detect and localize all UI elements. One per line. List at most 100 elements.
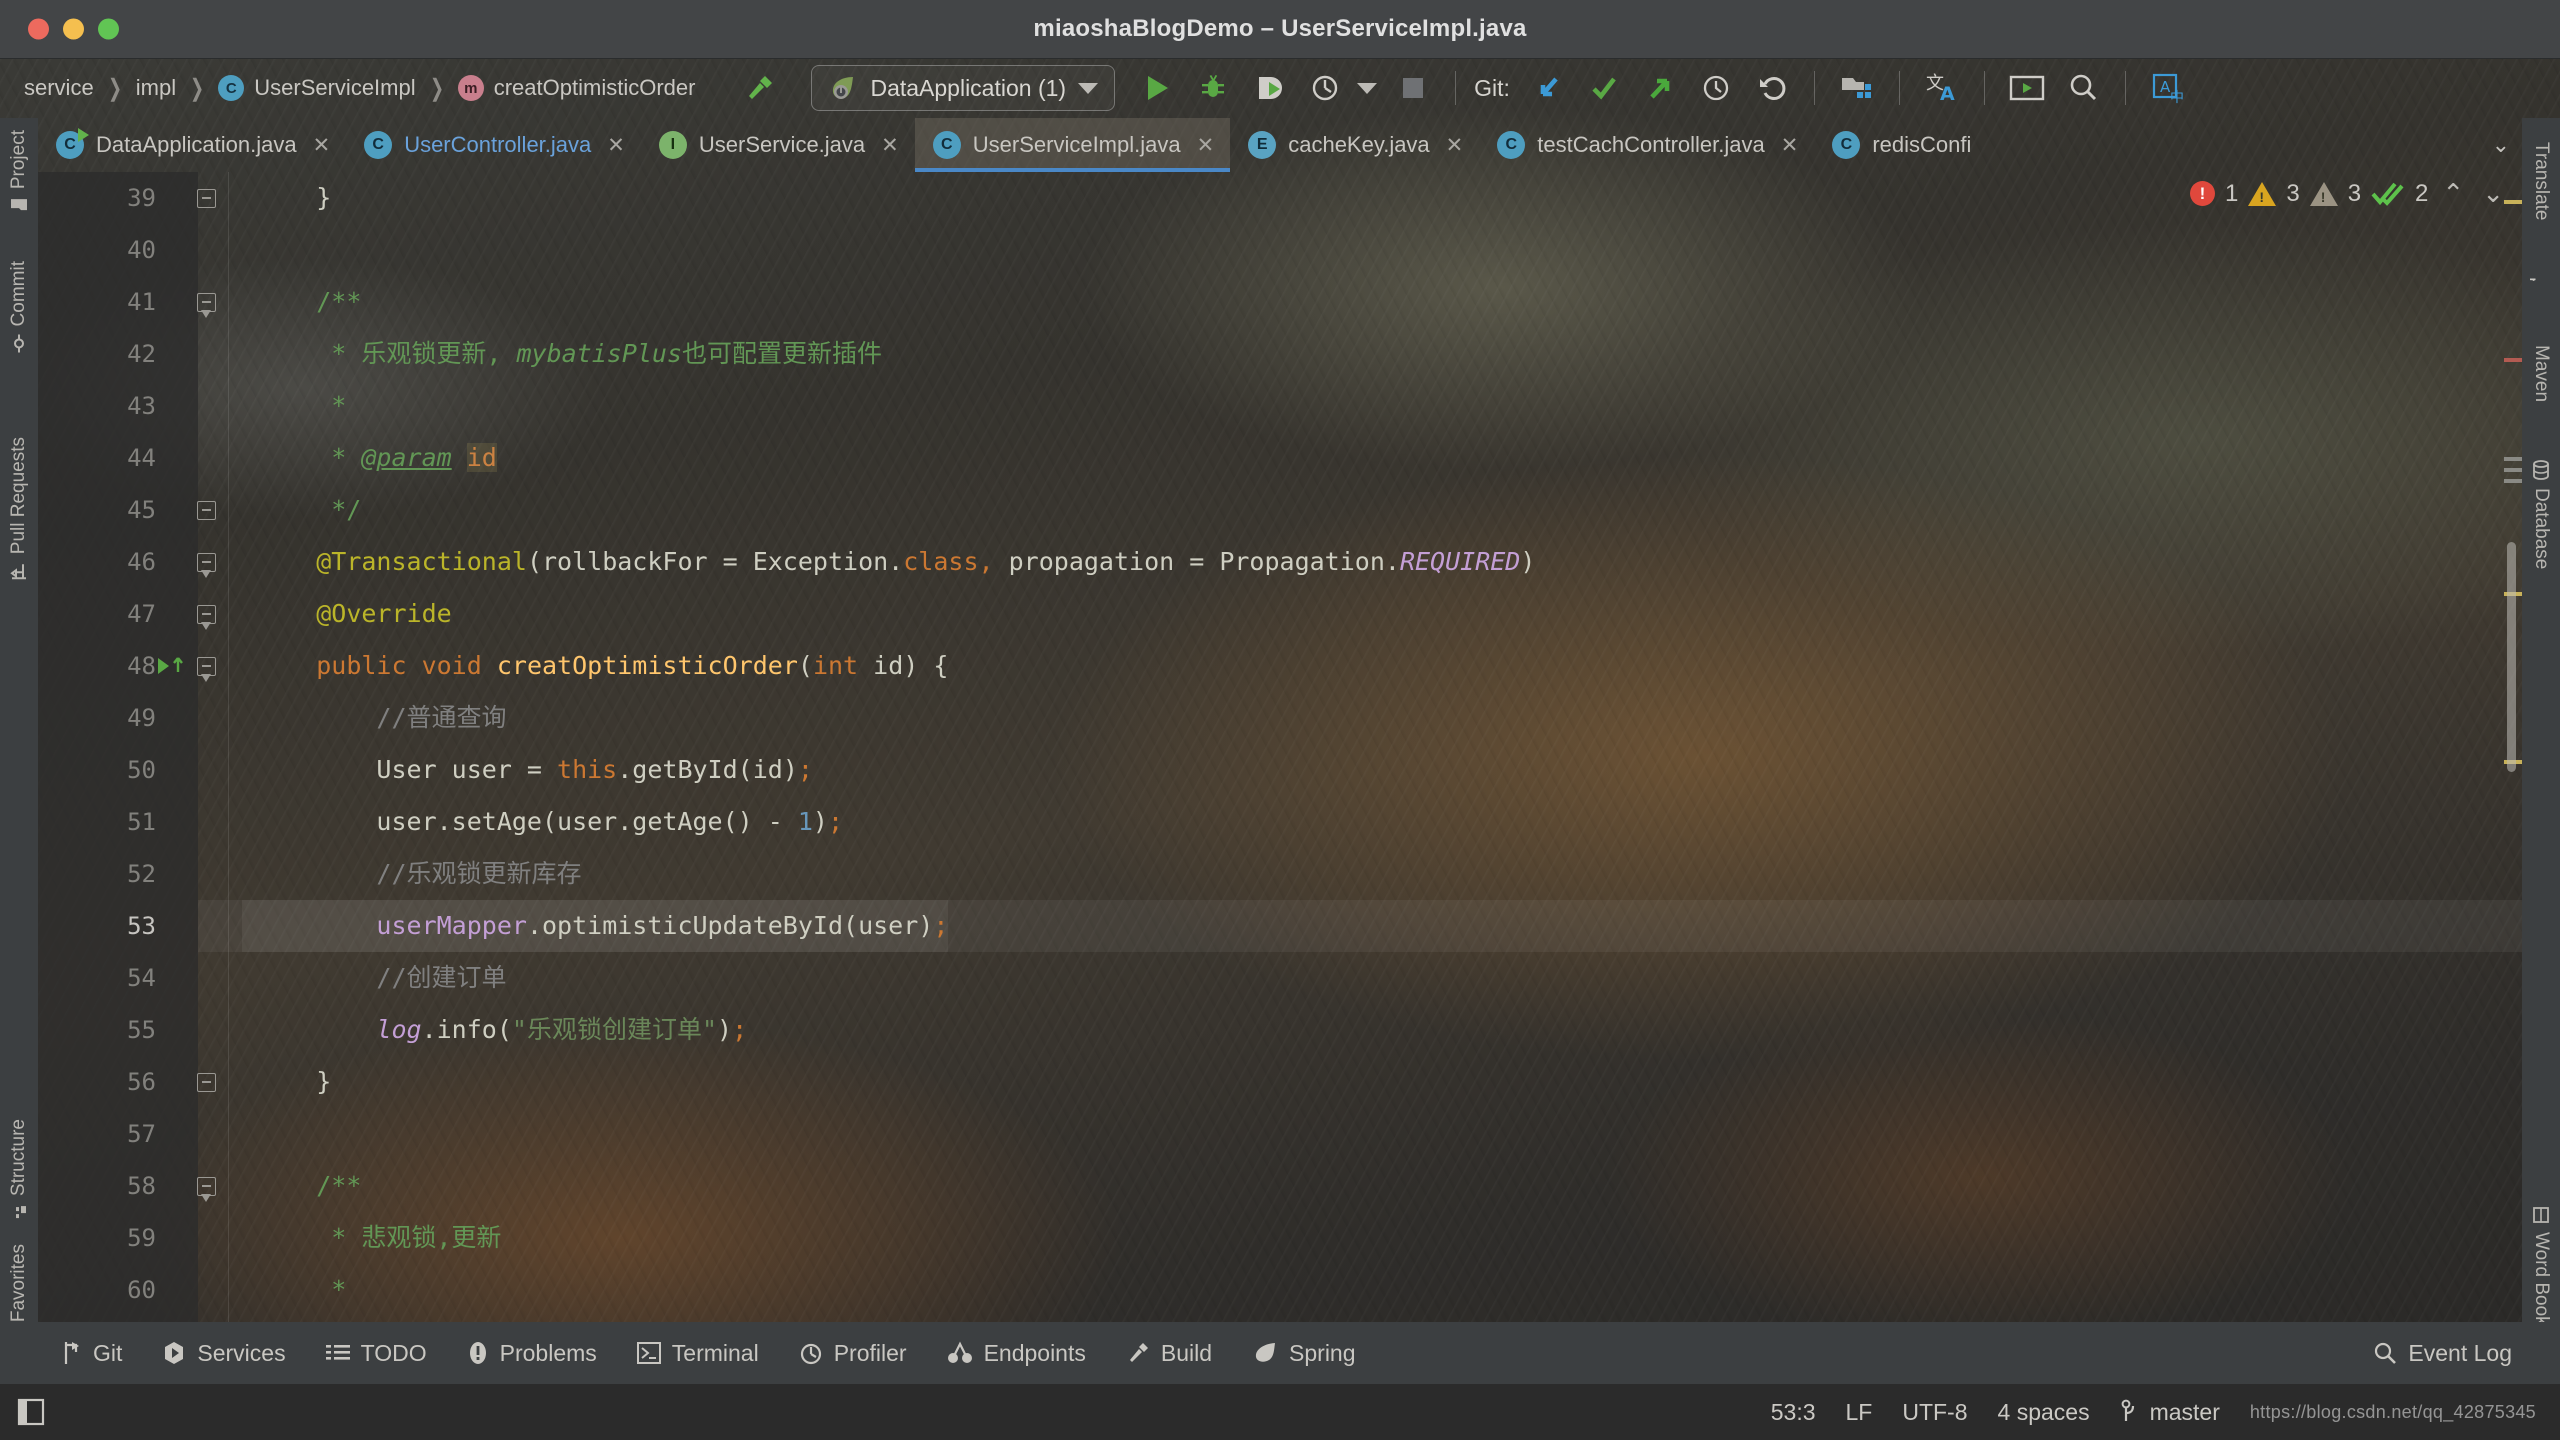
marker-change[interactable]: [2504, 457, 2522, 461]
close-window-button[interactable]: [28, 18, 49, 40]
translate-ocr-icon[interactable]: A 中: [2146, 66, 2190, 110]
breadcrumb-item-method[interactable]: m creatOptimisticOrder: [450, 73, 704, 103]
update-project-icon[interactable]: [1526, 66, 1570, 110]
sidebar-item-commit[interactable]: Commit: [8, 249, 30, 364]
maximize-window-button[interactable]: [98, 18, 119, 40]
run-icon[interactable]: [1135, 66, 1179, 110]
marker-change[interactable]: [2504, 468, 2522, 472]
presentation-icon[interactable]: [2005, 66, 2049, 110]
code-text[interactable]: *: [242, 1264, 346, 1316]
code-line[interactable]: 60 *: [38, 1264, 2522, 1316]
sidebar-item-word-book[interactable]: Word Book: [2530, 1194, 2552, 1338]
editor-tab-dataapplication[interactable]: C DataApplication.java ✕: [38, 118, 346, 172]
close-tab-icon[interactable]: ✕: [1446, 133, 1464, 158]
editor-tab-userserviceimpl[interactable]: C UserServiceImpl.java ✕: [914, 118, 1231, 172]
profiler-icon[interactable]: [1303, 66, 1347, 110]
push-icon[interactable]: [1638, 66, 1682, 110]
code-text[interactable]: /**: [242, 1160, 361, 1212]
sidebar-item-project[interactable]: Project: [8, 118, 30, 225]
run-coverage-icon[interactable]: [1247, 66, 1291, 110]
history-icon[interactable]: [1694, 66, 1738, 110]
sidebar-item-maven[interactable]: m: [2530, 249, 2552, 293]
code-text[interactable]: user.setAge(user.getAge() - 1);: [242, 796, 843, 848]
editor-tab-usercontroller[interactable]: C UserController.java ✕: [346, 118, 641, 172]
fold-expanded-icon[interactable]: [170, 552, 242, 578]
editor-tab-redisconfig[interactable]: C redisConfi: [1814, 118, 1987, 172]
sidebar-item-structure[interactable]: Structure: [8, 1107, 30, 1232]
code-line[interactable]: 47 @Override: [38, 588, 2522, 640]
sidebar-item-database[interactable]: Database: [2530, 448, 2552, 581]
window-controls[interactable]: [28, 18, 119, 40]
bottom-tool-git[interactable]: Git: [42, 1340, 142, 1367]
sidebar-item-pull-requests[interactable]: Pull Requests: [8, 425, 30, 592]
editor-tab-testcachcontroller[interactable]: C testCachController.java ✕: [1479, 118, 1814, 172]
code-line[interactable]: 48 public void creatOptimisticOrder(int …: [38, 640, 2522, 692]
code-line[interactable]: 54 //创建订单: [38, 952, 2522, 1004]
code-line[interactable]: 41 /**: [38, 276, 2522, 328]
bottom-tool-services[interactable]: Services: [142, 1340, 305, 1367]
fold-expanded-icon[interactable]: [170, 1176, 242, 1202]
marker-error[interactable]: [2504, 358, 2522, 362]
code-text[interactable]: log.info("乐观锁创建订单");: [242, 1004, 747, 1056]
code-text[interactable]: //创建订单: [242, 952, 506, 1004]
code-text[interactable]: //乐观锁更新库存: [242, 848, 581, 900]
code-line[interactable]: 42 * 乐观锁更新, mybatisPlus也可配置更新插件: [38, 328, 2522, 380]
stop-icon[interactable]: [1391, 66, 1435, 110]
chevron-down-icon[interactable]: [1357, 82, 1378, 94]
code-line[interactable]: 46 @Transactional(rollbackFor = Exceptio…: [38, 536, 2522, 588]
close-tab-icon[interactable]: ✕: [1197, 133, 1215, 158]
close-tab-icon[interactable]: ✕: [881, 133, 899, 158]
code-line[interactable]: 57: [38, 1108, 2522, 1160]
code-line[interactable]: 45 */: [38, 484, 2522, 536]
code-text[interactable]: //普通查询: [242, 692, 506, 744]
run-configuration-selector[interactable]: DataApplication (1): [811, 65, 1116, 111]
code-line[interactable]: 56 }: [38, 1056, 2522, 1108]
editor-tab-cachekey[interactable]: E cacheKey.java ✕: [1230, 118, 1479, 172]
code-line[interactable]: 40: [38, 224, 2522, 276]
chevron-down-icon[interactable]: [1078, 82, 1099, 94]
sidebar-item-translate[interactable]: Translate: [2530, 130, 2552, 233]
fold-expanded-icon[interactable]: [170, 292, 242, 318]
debug-icon[interactable]: [1191, 66, 1235, 110]
translate-icon[interactable]: 文 A: [1920, 66, 1964, 110]
bottom-tool-profiler[interactable]: Profiler: [779, 1340, 927, 1367]
code-text[interactable]: @Transactional(rollbackFor = Exception.c…: [242, 536, 1535, 588]
code-line[interactable]: 52 //乐观锁更新库存: [38, 848, 2522, 900]
code-line[interactable]: 43 *: [38, 380, 2522, 432]
code-line[interactable]: 44 * @param id: [38, 432, 2522, 484]
commit-icon[interactable]: [1582, 66, 1626, 110]
code-line[interactable]: 39 }: [38, 172, 2522, 224]
code-line[interactable]: 49 //普通查询: [38, 692, 2522, 744]
code-text[interactable]: public void creatOptimisticOrder(int id)…: [242, 640, 948, 692]
rollback-icon[interactable]: [1750, 66, 1794, 110]
code-text[interactable]: /**: [242, 276, 361, 328]
code-line[interactable]: 55 log.info("乐观锁创建订单");: [38, 1004, 2522, 1056]
editor-marker-bar[interactable]: [2500, 172, 2522, 1322]
code-text[interactable]: *: [242, 380, 346, 432]
run-method-gutter-icon[interactable]: [156, 654, 190, 678]
breadcrumb-item-class[interactable]: C UserServiceImpl: [210, 73, 423, 103]
minimize-window-button[interactable]: [63, 18, 84, 40]
fold-end-icon[interactable]: [170, 1072, 242, 1092]
inspection-widget[interactable]: ! 1 ! 3 ! 3 2 ⌃ ⌄: [2189, 178, 2508, 209]
code-text[interactable]: * @param id: [242, 432, 497, 484]
git-branch-widget[interactable]: master: [2120, 1399, 2220, 1426]
code-line[interactable]: 51 user.setAge(user.getAge() - 1);: [38, 796, 2522, 848]
editor-scrollbar-thumb[interactable]: [2507, 542, 2516, 772]
code-text[interactable]: * 乐观锁更新, mybatisPlus也可配置更新插件: [242, 328, 882, 380]
bottom-tool-spring[interactable]: Spring: [1232, 1340, 1375, 1367]
tabs-overflow-icon[interactable]: ⌄: [2480, 118, 2522, 172]
code-line[interactable]: 59 * 悲观锁,更新: [38, 1212, 2522, 1264]
layout-toggle-icon[interactable]: [16, 1397, 46, 1427]
code-text[interactable]: */: [242, 484, 361, 536]
code-line[interactable]: 50 User user = this.getById(id);: [38, 744, 2522, 796]
close-tab-icon[interactable]: ✕: [313, 133, 331, 158]
close-tab-icon[interactable]: ✕: [1781, 133, 1799, 158]
chevron-up-icon[interactable]: ⌃: [2438, 178, 2468, 209]
code-editor[interactable]: 39 } 40 41 /** 42 * 乐观锁更新, mybatisPlus也可配置更…: [38, 172, 2522, 1322]
build-hammer-icon[interactable]: [737, 66, 781, 110]
code-text[interactable]: }: [242, 1056, 331, 1108]
event-log-button[interactable]: Event Log: [2353, 1340, 2560, 1367]
code-line[interactable]: 53 userMapper.optimisticUpdateById(user)…: [38, 900, 2522, 952]
code-line[interactable]: 58 /**: [38, 1160, 2522, 1212]
